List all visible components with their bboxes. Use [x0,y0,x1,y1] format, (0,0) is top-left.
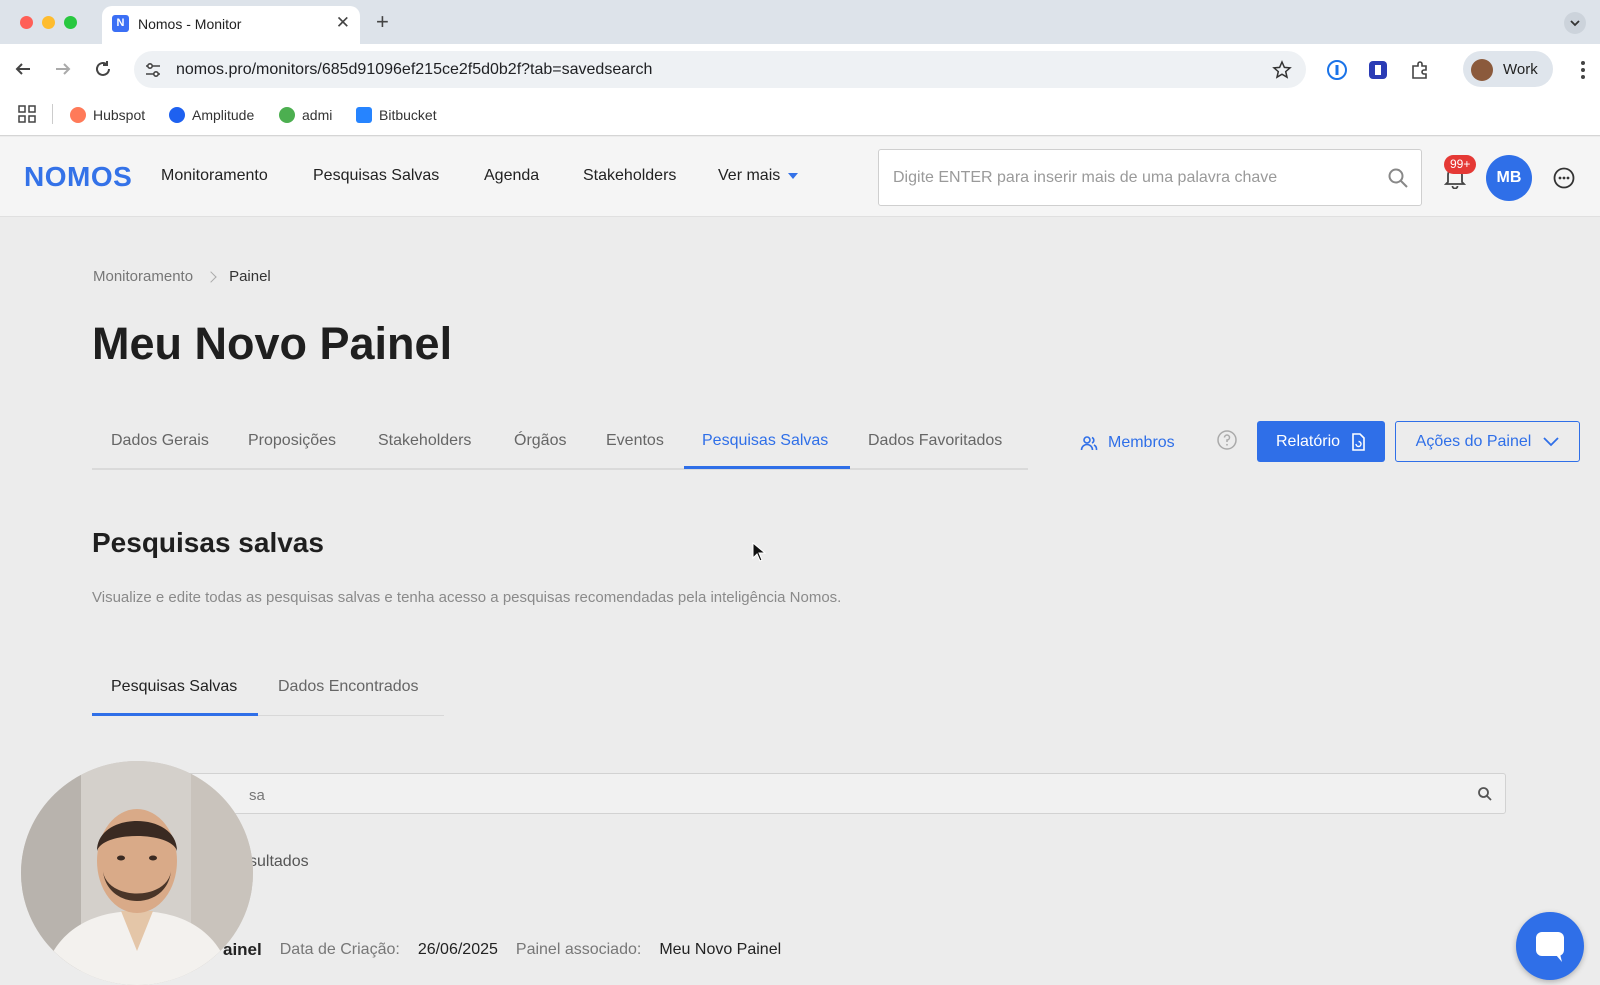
nav-ver-mais[interactable]: Ver mais [718,167,799,185]
report-label: Relatório [1275,432,1341,450]
webcam-overlay [21,761,253,985]
profile-avatar [1471,59,1493,81]
settings-icon[interactable] [1553,167,1575,189]
bookmarks-bar: Hubspot Amplitude admi Bitbucket [0,94,1600,136]
nav-stakeholders[interactable]: Stakeholders [583,167,676,185]
saved-search-filter-input[interactable] [109,784,1409,806]
bookmark-label: Amplitude [192,107,255,123]
extensions-puzzle-icon[interactable] [1410,60,1430,80]
back-arrow-icon[interactable] [12,58,34,80]
breadcrumb-current: Painel [229,268,271,285]
created-date-value: 26/06/2025 [417,941,498,958]
created-date-label: Data de Criação: [279,941,400,958]
mouse-cursor-icon [752,542,766,562]
members-button[interactable]: Membros [1080,434,1175,452]
bookmark-hubspot[interactable]: Hubspot [70,104,145,126]
help-circle-icon[interactable] [1217,430,1237,450]
amplitude-icon [169,107,185,123]
password-manager-extension-icon[interactable] [1327,60,1347,80]
browser-tab[interactable]: N Nomos - Monitor ✕ [102,6,360,44]
tab-dados-gerais[interactable]: Dados Gerais [111,432,209,450]
site-info-icon[interactable] [144,61,162,79]
chat-bubble-icon [1536,932,1564,962]
associated-panel-label: Painel associado: [515,941,642,958]
presenter-video-image [21,761,253,985]
nomos-favicon-icon: N [112,15,129,32]
chevron-down-icon [1543,436,1559,446]
chevron-right-icon [205,270,217,283]
section-description: Visualize e edite todas as pesquisas sal… [92,589,842,606]
nav-ver-mais-label: Ver mais [718,167,781,184]
url-text: nomos.pro/monitors/685d91096ef215ce2f5d0… [176,61,653,78]
users-icon [1080,436,1098,451]
tab-search-chevron-icon[interactable] [1564,12,1586,34]
profile-label: Work [1503,61,1538,78]
hubspot-icon [70,107,86,123]
bookmark-amplitude[interactable]: Amplitude [169,104,254,126]
browser-tab-bar: N Nomos - Monitor ✕ + [0,0,1600,44]
global-search-input[interactable] [893,166,1363,190]
bookmark-admi[interactable]: admi [279,104,332,126]
saved-search-filter [92,773,1506,814]
search-icon[interactable] [1477,786,1493,802]
nomos-logo[interactable]: NOMOS [24,161,132,193]
tab-proposicoes[interactable]: Proposições [248,432,336,450]
report-button[interactable]: Relatório [1257,421,1385,462]
close-tab-icon[interactable]: ✕ [336,13,350,33]
reload-icon[interactable] [92,58,114,80]
profile-button[interactable]: Work [1463,51,1553,87]
tab-orgaos[interactable]: Órgãos [514,432,566,450]
breadcrumb-root[interactable]: Monitoramento [93,268,193,285]
user-avatar[interactable]: MB [1486,155,1532,201]
bookmark-star-icon[interactable] [1272,60,1292,80]
minimize-window-button[interactable] [42,16,55,29]
saved-search-name[interactable]: ainel [223,940,262,960]
apps-grid-icon[interactable] [18,105,36,123]
active-tab-indicator [684,466,850,469]
bookmark-bitbucket[interactable]: Bitbucket [356,104,437,126]
subtab-dados-encontrados[interactable]: Dados Encontrados [278,678,419,696]
chat-support-button[interactable] [1516,912,1584,980]
refresh-document-icon [1352,432,1365,451]
panel-actions-label: Ações do Painel [1415,432,1532,450]
tab-title: Nomos - Monitor [138,16,242,32]
close-window-button[interactable] [20,16,33,29]
bookmark-label: Hubspot [93,107,146,123]
tab-stakeholders[interactable]: Stakeholders [378,432,471,450]
tab-dados-favoritados[interactable]: Dados Favoritados [868,432,1002,450]
page-title: Meu Novo Painel [92,318,453,369]
bookmarks-divider [52,104,53,124]
new-tab-icon[interactable]: + [376,9,389,35]
bookmark-label: admi [302,107,333,123]
browser-menu-icon[interactable] [1580,60,1586,80]
associated-panel-value: Meu Novo Painel [659,941,782,958]
nav-agenda[interactable]: Agenda [484,167,539,185]
results-count-text: sultados [249,853,309,870]
caret-down-icon [788,172,799,179]
browser-toolbar: nomos.pro/monitors/685d91096ef215ce2f5d0… [0,44,1600,94]
panel-actions-dropdown[interactable]: Ações do Painel [1395,421,1580,462]
bookmark-label: Bitbucket [379,107,437,123]
breadcrumb: Monitoramento Painel [93,268,271,285]
saved-search-subtabs: Pesquisas Salvas Dados Encontrados [92,672,444,716]
maximize-window-button[interactable] [64,16,77,29]
section-title: Pesquisas salvas [92,527,324,558]
bitbucket-icon [356,107,372,123]
forward-arrow-icon[interactable] [52,58,74,80]
active-subtab-indicator [92,713,258,716]
search-icon[interactable] [1387,167,1409,189]
notification-badge: 99+ [1444,155,1477,174]
address-bar[interactable]: nomos.pro/monitors/685d91096ef215ce2f5d0… [134,51,1306,88]
global-search [878,149,1422,206]
nav-monitoramento[interactable]: Monitoramento [161,167,268,185]
nav-pesquisas-salvas[interactable]: Pesquisas Salvas [313,167,439,185]
admi-icon [279,107,295,123]
panel-tabs: Dados Gerais Proposições Stakeholders Ór… [92,410,1028,470]
tab-pesquisas-salvas[interactable]: Pesquisas Salvas [702,432,828,450]
subtab-pesquisas-salvas[interactable]: Pesquisas Salvas [111,678,237,696]
tab-eventos[interactable]: Eventos [606,432,664,450]
app-header: NOMOS Monitoramento Pesquisas Salvas Age… [0,137,1600,217]
members-label: Membros [1108,434,1175,451]
extension-shield-icon[interactable] [1368,60,1388,80]
